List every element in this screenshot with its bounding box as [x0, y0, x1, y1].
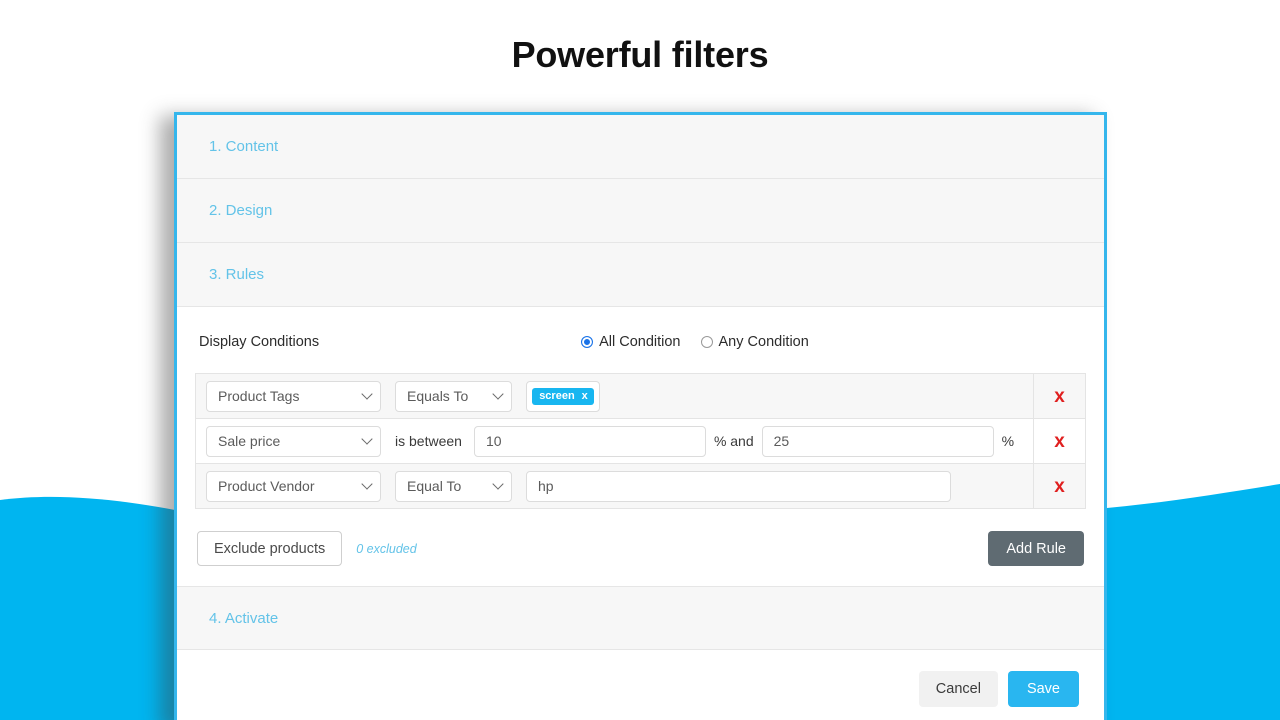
- rule-1-delete-cell: x: [1033, 374, 1085, 419]
- page-title: Powerful filters: [0, 34, 1280, 76]
- display-conditions-header: Display Conditions All Condition Any Con…: [195, 329, 1086, 355]
- rule-2-percent-label: %: [1002, 433, 1014, 449]
- accordion-section-content[interactable]: 1. Content: [177, 115, 1104, 179]
- accordion-label-design: 2. Design: [209, 202, 272, 219]
- rule-1-field-select[interactable]: Product Tags: [206, 381, 381, 412]
- accordion-label-activate: 4. Activate: [209, 610, 278, 627]
- delete-rule-icon[interactable]: x: [1054, 477, 1065, 496]
- radio-any-condition-dot[interactable]: [701, 336, 713, 348]
- radio-all-condition-dot[interactable]: [581, 336, 593, 348]
- excluded-count-note: 0 excluded: [356, 542, 416, 556]
- rule-2-max-input[interactable]: [762, 426, 994, 457]
- radio-all-condition-label: All Condition: [599, 334, 680, 350]
- condition-mode-radio-group: All Condition Any Condition: [581, 334, 809, 350]
- radio-all-condition[interactable]: All Condition: [581, 334, 680, 350]
- rules-panel: Display Conditions All Condition Any Con…: [177, 307, 1104, 586]
- rule-3-operator-select-wrap[interactable]: Equal To: [395, 471, 512, 502]
- rules-table: Product Tags Equals To screen x: [195, 373, 1086, 509]
- accordion-section-design[interactable]: 2. Design: [177, 179, 1104, 243]
- tag-chip-label: screen: [539, 391, 574, 402]
- rule-2-between-label: is between: [395, 433, 462, 449]
- tag-remove-icon[interactable]: x: [582, 391, 588, 402]
- accordion-section-activate[interactable]: 4. Activate: [177, 586, 1104, 650]
- rule-1-tag-input[interactable]: screen x: [526, 381, 600, 412]
- exclude-products-button[interactable]: Exclude products: [197, 531, 342, 566]
- accordion-label-content: 1. Content: [209, 138, 278, 155]
- rule-2-delete-cell: x: [1033, 419, 1085, 464]
- rule-3-value-input[interactable]: [526, 471, 951, 502]
- rule-3-field-select-wrap[interactable]: Product Vendor: [206, 471, 381, 502]
- rules-footer: Exclude products 0 excluded Add Rule: [195, 531, 1086, 566]
- cancel-button[interactable]: Cancel: [919, 671, 998, 707]
- rule-2-field-select[interactable]: Sale price: [206, 426, 381, 457]
- accordion-label-rules: 3. Rules: [209, 266, 264, 283]
- table-row: Product Vendor Equal To x: [196, 464, 1085, 509]
- rule-2-min-input[interactable]: [474, 426, 706, 457]
- add-rule-button[interactable]: Add Rule: [988, 531, 1084, 566]
- display-conditions-label: Display Conditions: [199, 334, 319, 350]
- table-row: Product Tags Equals To screen x: [196, 374, 1085, 419]
- radio-any-condition[interactable]: Any Condition: [701, 334, 809, 350]
- rule-3-operator-select[interactable]: Equal To: [395, 471, 512, 502]
- rule-1-field-select-wrap[interactable]: Product Tags: [206, 381, 381, 412]
- card-footer: Cancel Save: [177, 650, 1104, 720]
- accordion-section-rules[interactable]: 3. Rules: [177, 243, 1104, 307]
- save-button[interactable]: Save: [1008, 671, 1079, 707]
- rule-3-delete-cell: x: [1033, 464, 1085, 509]
- rule-1-operator-select[interactable]: Equals To: [395, 381, 512, 412]
- delete-rule-icon[interactable]: x: [1054, 387, 1065, 406]
- rule-2-field-select-wrap[interactable]: Sale price: [206, 426, 381, 457]
- tag-chip-screen[interactable]: screen x: [532, 388, 594, 405]
- rule-3-field-select[interactable]: Product Vendor: [206, 471, 381, 502]
- radio-any-condition-label: Any Condition: [719, 334, 809, 350]
- rule-2-and-label: % and: [714, 433, 754, 449]
- table-row: Sale price is between % and % x: [196, 419, 1085, 464]
- filters-card: 1. Content 2. Design 3. Rules Display Co…: [174, 112, 1107, 720]
- rule-1-operator-select-wrap[interactable]: Equals To: [395, 381, 512, 412]
- delete-rule-icon[interactable]: x: [1054, 432, 1065, 451]
